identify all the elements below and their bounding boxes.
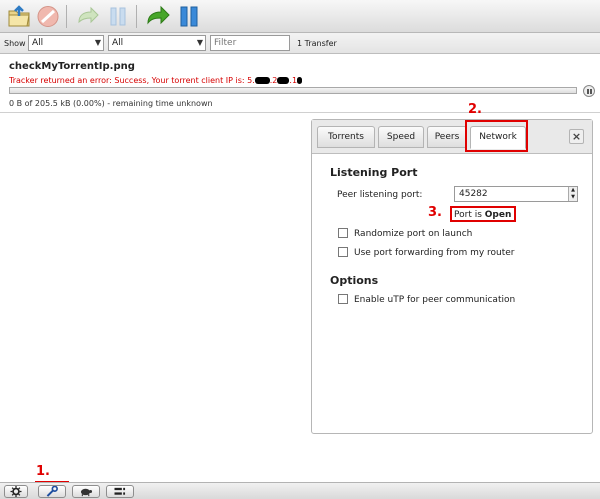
transfer-count: 1 Transfer — [297, 39, 337, 48]
port-spinner[interactable]: ▲ ▼ — [568, 187, 577, 201]
resume-all-icon — [147, 5, 170, 25]
filter-bar: Show All ▼ All ▼ 1 Transfer — [0, 33, 600, 54]
preferences-tab-bar: Torrents Speed Peers Network × — [312, 120, 592, 154]
annotation-step-2: 2. — [468, 102, 482, 117]
filter-search-input[interactable] — [210, 35, 290, 51]
error-text: .1 — [289, 76, 298, 85]
utp-label: Enable uTP for peer communication — [354, 295, 516, 305]
torrent-progress-bar — [9, 87, 577, 94]
peer-port-input[interactable]: 45282 ▲ ▼ — [454, 186, 578, 202]
redacted-ip-block — [277, 77, 290, 84]
annotation-box-port-status — [450, 206, 516, 222]
chevron-down-icon: ▼ — [94, 38, 101, 47]
tab-torrents[interactable]: Torrents — [317, 126, 375, 148]
port-forwarding-label: Use port forwarding from my router — [354, 248, 515, 258]
turtle-mode-button[interactable] — [72, 485, 100, 498]
preferences-dialog: Torrents Speed Peers Network × Listening… — [311, 119, 593, 434]
open-torrent-button[interactable] — [6, 4, 32, 29]
tracker-filter-value: All — [112, 38, 124, 48]
main-toolbar — [0, 0, 600, 33]
utp-checkbox[interactable] — [338, 294, 348, 304]
bottom-bar — [0, 482, 600, 499]
preferences-button[interactable] — [38, 485, 66, 498]
gear-icon — [10, 486, 22, 497]
show-label: Show — [4, 39, 26, 48]
resume-button[interactable] — [75, 4, 101, 29]
annotation-step-3: 3. — [428, 205, 442, 220]
annotation-box-network-tab — [465, 120, 528, 152]
peer-port-label: Peer listening port: — [337, 190, 423, 200]
remove-torrent-button[interactable] — [35, 4, 61, 29]
torrent-pause-button[interactable] — [583, 85, 595, 97]
resume-icon — [78, 6, 99, 24]
tab-peers[interactable]: Peers — [427, 126, 467, 148]
options-heading: Options — [330, 274, 379, 287]
annotation-step-1: 1. — [36, 464, 50, 479]
error-text: .2 — [269, 76, 278, 85]
dialog-close-button[interactable]: × — [569, 129, 584, 144]
sort-icon — [114, 487, 126, 495]
torrent-row[interactable]: checkMyTorrentIp.png Tracker returned an… — [0, 55, 600, 113]
state-filter-value: All — [32, 38, 44, 48]
redacted-ip-block — [297, 77, 303, 84]
remove-torrent-icon — [37, 6, 59, 27]
toolbar-separator — [66, 5, 67, 28]
pause-icon — [110, 7, 126, 26]
open-torrent-icon — [8, 5, 30, 27]
settings-button[interactable] — [4, 485, 28, 498]
toolbar-separator — [136, 5, 137, 28]
resume-all-button[interactable] — [145, 4, 171, 29]
tracker-filter-select[interactable]: All ▼ — [108, 35, 206, 51]
peer-port-value: 45282 — [459, 189, 488, 199]
turtle-icon — [80, 488, 93, 497]
chevron-down-icon: ▼ — [196, 38, 203, 47]
redacted-ip-block — [254, 77, 270, 84]
port-forwarding-checkbox[interactable] — [338, 247, 348, 257]
pause-all-button[interactable] — [176, 4, 202, 29]
torrent-error-message: Tracker returned an error: Success, Your… — [9, 76, 303, 85]
sort-options-button[interactable] — [106, 485, 134, 498]
torrent-stats: 0 B of 205.5 kB (0.00%) - remaining time… — [9, 99, 213, 108]
torrent-name: checkMyTorrentIp.png — [9, 61, 135, 72]
tab-speed[interactable]: Speed — [378, 126, 424, 148]
state-filter-select[interactable]: All ▼ — [28, 35, 104, 51]
error-text: Tracker returned an error: Success, Your… — [9, 76, 255, 85]
pause-all-icon — [180, 6, 198, 27]
pause-button[interactable] — [105, 4, 131, 29]
randomize-port-label: Randomize port on launch — [354, 229, 473, 239]
randomize-port-checkbox[interactable] — [338, 228, 348, 238]
listening-port-heading: Listening Port — [330, 166, 418, 179]
wrench-icon — [46, 486, 58, 497]
